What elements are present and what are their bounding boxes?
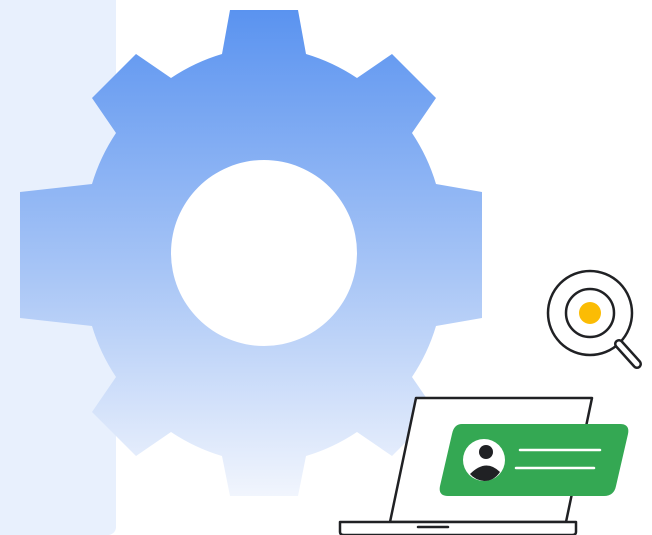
illustration-canvas (0, 0, 652, 535)
profile-card-icon (439, 424, 629, 496)
magnifier-icon (546, 269, 642, 369)
illustration (20, 10, 642, 535)
magnifier-dot (579, 302, 601, 324)
avatar-icon (463, 439, 505, 481)
